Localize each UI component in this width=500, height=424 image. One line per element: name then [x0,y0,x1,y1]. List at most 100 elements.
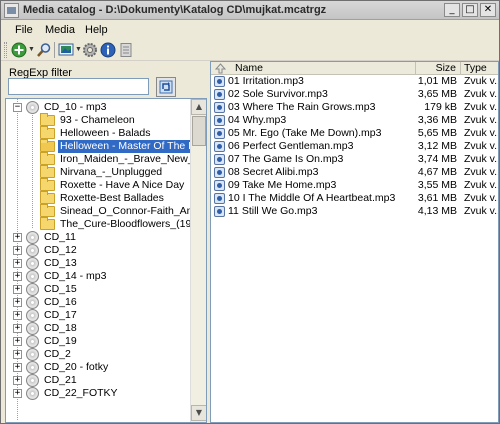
audio-file-icon [214,115,225,126]
file-size: 5,65 MB [417,127,457,139]
file-name: 10 I The Middle Of A Heartbeat.mp3 [228,192,396,204]
file-name: 09 Take Me Home.mp3 [228,179,337,191]
expand-icon[interactable]: + [13,259,22,268]
folder-icon [40,165,55,178]
cd-icon [26,257,39,270]
cd-icon [26,231,39,244]
menu-bar: File Media Help [1,21,499,39]
expand-icon[interactable]: + [13,350,22,359]
file-type: Zvuk v... [464,192,498,204]
title-bar[interactable]: Media catalog - D:\Dokumenty\Katalog CD\… [1,1,499,20]
file-type: Zvuk v... [464,88,498,100]
file-row[interactable]: 02 Sole Survivor.mp3 3,65 MB Zvuk v... [211,88,498,101]
expand-icon[interactable]: + [13,285,22,294]
cd-icon [26,361,39,374]
scroll-up-icon[interactable]: ▲ [191,99,206,115]
open-folder-icon [40,139,55,152]
cd-icon [26,335,39,348]
file-row[interactable]: 05 Mr. Ego (Take Me Down).mp3 5,65 MB Zv… [211,127,498,140]
catalog-tree[interactable]: − CD_10 - mp3 93 - Chameleon Helloween -… [5,98,207,423]
close-button[interactable]: ✕ [480,3,496,17]
audio-file-icon [214,154,225,165]
view-icon[interactable] [57,41,75,59]
file-type: Zvuk v... [464,75,498,87]
column-header-size[interactable]: Size [416,62,461,75]
expand-icon[interactable]: + [13,246,22,255]
file-list[interactable]: Name Size Type 01 Irritation.mp3 1,01 MB… [210,61,499,423]
expand-icon[interactable]: + [13,272,22,281]
app-icon[interactable] [4,3,19,18]
tree-node-label: CD_21 [44,374,77,386]
apply-filter-button[interactable] [156,77,176,97]
file-row[interactable]: 04 Why.mp3 3,36 MB Zvuk v... [211,114,498,127]
tree-node-label: CD_12 [44,244,77,256]
expand-icon[interactable]: + [13,363,22,372]
window-title: Media catalog - D:\Dokumenty\Katalog CD\… [23,4,327,16]
column-header-name-label: Name [235,62,264,74]
file-size: 3,55 MB [417,179,457,191]
minimize-button[interactable]: _ [444,3,460,17]
maximize-button[interactable]: □ [462,3,478,17]
menu-media[interactable]: Media [45,24,75,36]
tree-node-label: CD_10 - mp3 [44,101,107,113]
menu-file[interactable]: File [15,24,33,36]
tree-node-label: CD_18 [44,322,77,334]
toolbar-grip-icon[interactable] [4,42,7,58]
file-name: 07 The Game Is On.mp3 [228,153,344,165]
expand-icon[interactable]: + [13,324,22,333]
tree-vertical-scrollbar[interactable]: ▲ ▼ [190,99,206,422]
tree-node-label: Iron_Maiden_-_Brave_New_World [60,153,207,165]
cd-icon [26,283,39,296]
column-header-name[interactable]: Name [211,62,416,75]
file-row[interactable]: 07 The Game Is On.mp3 3,74 MB Zvuk v... [211,153,498,166]
left-pane: RegExp filter − CD_10 - mp3 93 - Chamele… [3,61,207,423]
scrollbar-thumb[interactable] [192,116,206,146]
audio-file-icon [214,206,225,217]
file-row[interactable]: 06 Perfect Gentleman.mp3 3,12 MB Zvuk v.… [211,140,498,153]
tree-node-label: CD_17 [44,309,77,321]
file-name: 03 Where The Rain Grows.mp3 [228,101,376,113]
tree-node-label: CD_13 [44,257,77,269]
properties-icon[interactable] [117,41,135,59]
file-row[interactable]: 09 Take Me Home.mp3 3,55 MB Zvuk v... [211,179,498,192]
scroll-down-icon[interactable]: ▼ [191,405,206,421]
file-name: 06 Perfect Gentleman.mp3 [228,140,354,152]
file-name: 02 Sole Survivor.mp3 [228,88,328,100]
tree-node-label: Nirvana_-_Unplugged [60,166,163,178]
regexp-filter-input[interactable] [8,78,149,95]
file-row[interactable]: 03 Where The Rain Grows.mp3 179 kB Zvuk … [211,101,498,114]
tree-node-label: Roxette - Have A Nice Day [60,179,185,191]
tree-node-label: CD_11 [44,231,76,243]
file-size: 4,13 MB [417,205,457,217]
expand-icon[interactable]: + [13,389,22,398]
collapse-icon[interactable]: − [13,103,22,112]
file-row[interactable]: 01 Irritation.mp3 1,01 MB Zvuk v... [211,75,498,88]
add-dropdown-icon[interactable]: ▼ [28,46,35,53]
expand-icon[interactable]: + [13,233,22,242]
file-size: 1,01 MB [417,75,457,87]
file-type: Zvuk v... [464,205,498,217]
file-size: 3,65 MB [417,88,457,100]
info-icon[interactable] [99,41,117,59]
expand-icon[interactable]: + [13,376,22,385]
cd-icon [26,387,39,400]
file-row[interactable]: 10 I The Middle Of A Heartbeat.mp3 3,61 … [211,192,498,205]
file-type: Zvuk v... [464,166,498,178]
file-size: 3,12 MB [417,140,457,152]
file-name: 04 Why.mp3 [228,114,287,126]
column-header-type[interactable]: Type [461,62,498,75]
tree-node-label: CD_16 [44,296,77,308]
expand-icon[interactable]: + [13,311,22,320]
expand-icon[interactable]: + [13,337,22,346]
file-type: Zvuk v... [464,114,498,126]
settings-icon[interactable] [81,41,99,59]
menu-help[interactable]: Help [85,24,108,36]
add-icon[interactable] [10,41,28,59]
up-folder-icon[interactable] [215,63,226,74]
file-row[interactable]: 08 Secret Alibi.mp3 4,67 MB Zvuk v... [211,166,498,179]
folder-icon [40,152,55,165]
file-row[interactable]: 11 Still We Go.mp3 4,13 MB Zvuk v... [211,205,498,218]
search-icon[interactable] [35,41,53,59]
file-type: Zvuk v... [464,140,498,152]
expand-icon[interactable]: + [13,298,22,307]
